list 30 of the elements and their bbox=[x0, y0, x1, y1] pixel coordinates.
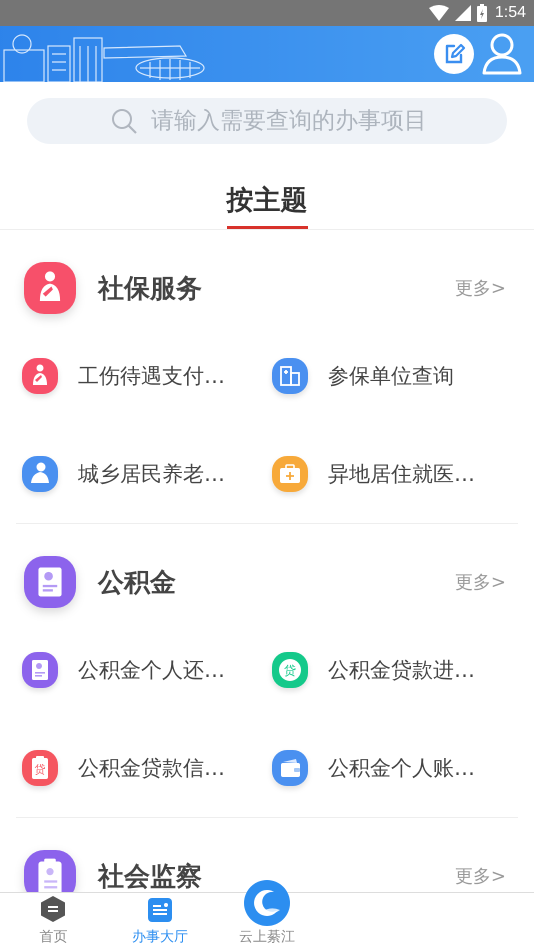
injury-icon[interactable] bbox=[22, 358, 58, 394]
edit-icon[interactable] bbox=[434, 34, 474, 74]
search-icon bbox=[111, 108, 137, 134]
wallet-icon[interactable] bbox=[272, 750, 308, 786]
elder-icon[interactable] bbox=[22, 456, 58, 492]
medkit-icon[interactable] bbox=[272, 456, 308, 492]
list-icon bbox=[148, 898, 172, 922]
service-item[interactable]: 城乡居民养老… bbox=[78, 460, 225, 488]
nav-tab[interactable]: 首页 bbox=[0, 893, 107, 950]
nav-tab[interactable]: 云上綦江 bbox=[214, 877, 320, 950]
signal-icon bbox=[454, 5, 471, 21]
battery-icon bbox=[476, 4, 487, 22]
building-icon[interactable] bbox=[272, 358, 308, 394]
service-item[interactable]: 公积金个人还… bbox=[78, 656, 225, 684]
service-item[interactable]: 公积金个人账… bbox=[328, 754, 475, 782]
service-item[interactable]: 公积金贷款信… bbox=[78, 754, 225, 782]
section-title: 社会监察 bbox=[98, 860, 203, 892]
search-field[interactable]: 请输入需要查询的办事项目 bbox=[27, 98, 507, 144]
service-item[interactable]: 公积金贷款进… bbox=[328, 656, 475, 684]
document-icon[interactable] bbox=[22, 652, 58, 688]
service-item[interactable]: 工伤待遇支付… bbox=[78, 362, 225, 390]
service-item[interactable]: 参保单位查询 bbox=[328, 362, 454, 390]
section-title: 社保服务 bbox=[98, 272, 203, 306]
service-item[interactable]: 异地居住就医… bbox=[328, 460, 475, 488]
status-time: 1:54 bbox=[494, 4, 526, 22]
section-title: 公积金 bbox=[98, 566, 177, 600]
home-icon bbox=[41, 896, 66, 922]
user-icon[interactable] bbox=[482, 33, 522, 75]
wifi-icon bbox=[428, 5, 449, 21]
topic-tab[interactable]: 按主题 bbox=[226, 182, 308, 229]
